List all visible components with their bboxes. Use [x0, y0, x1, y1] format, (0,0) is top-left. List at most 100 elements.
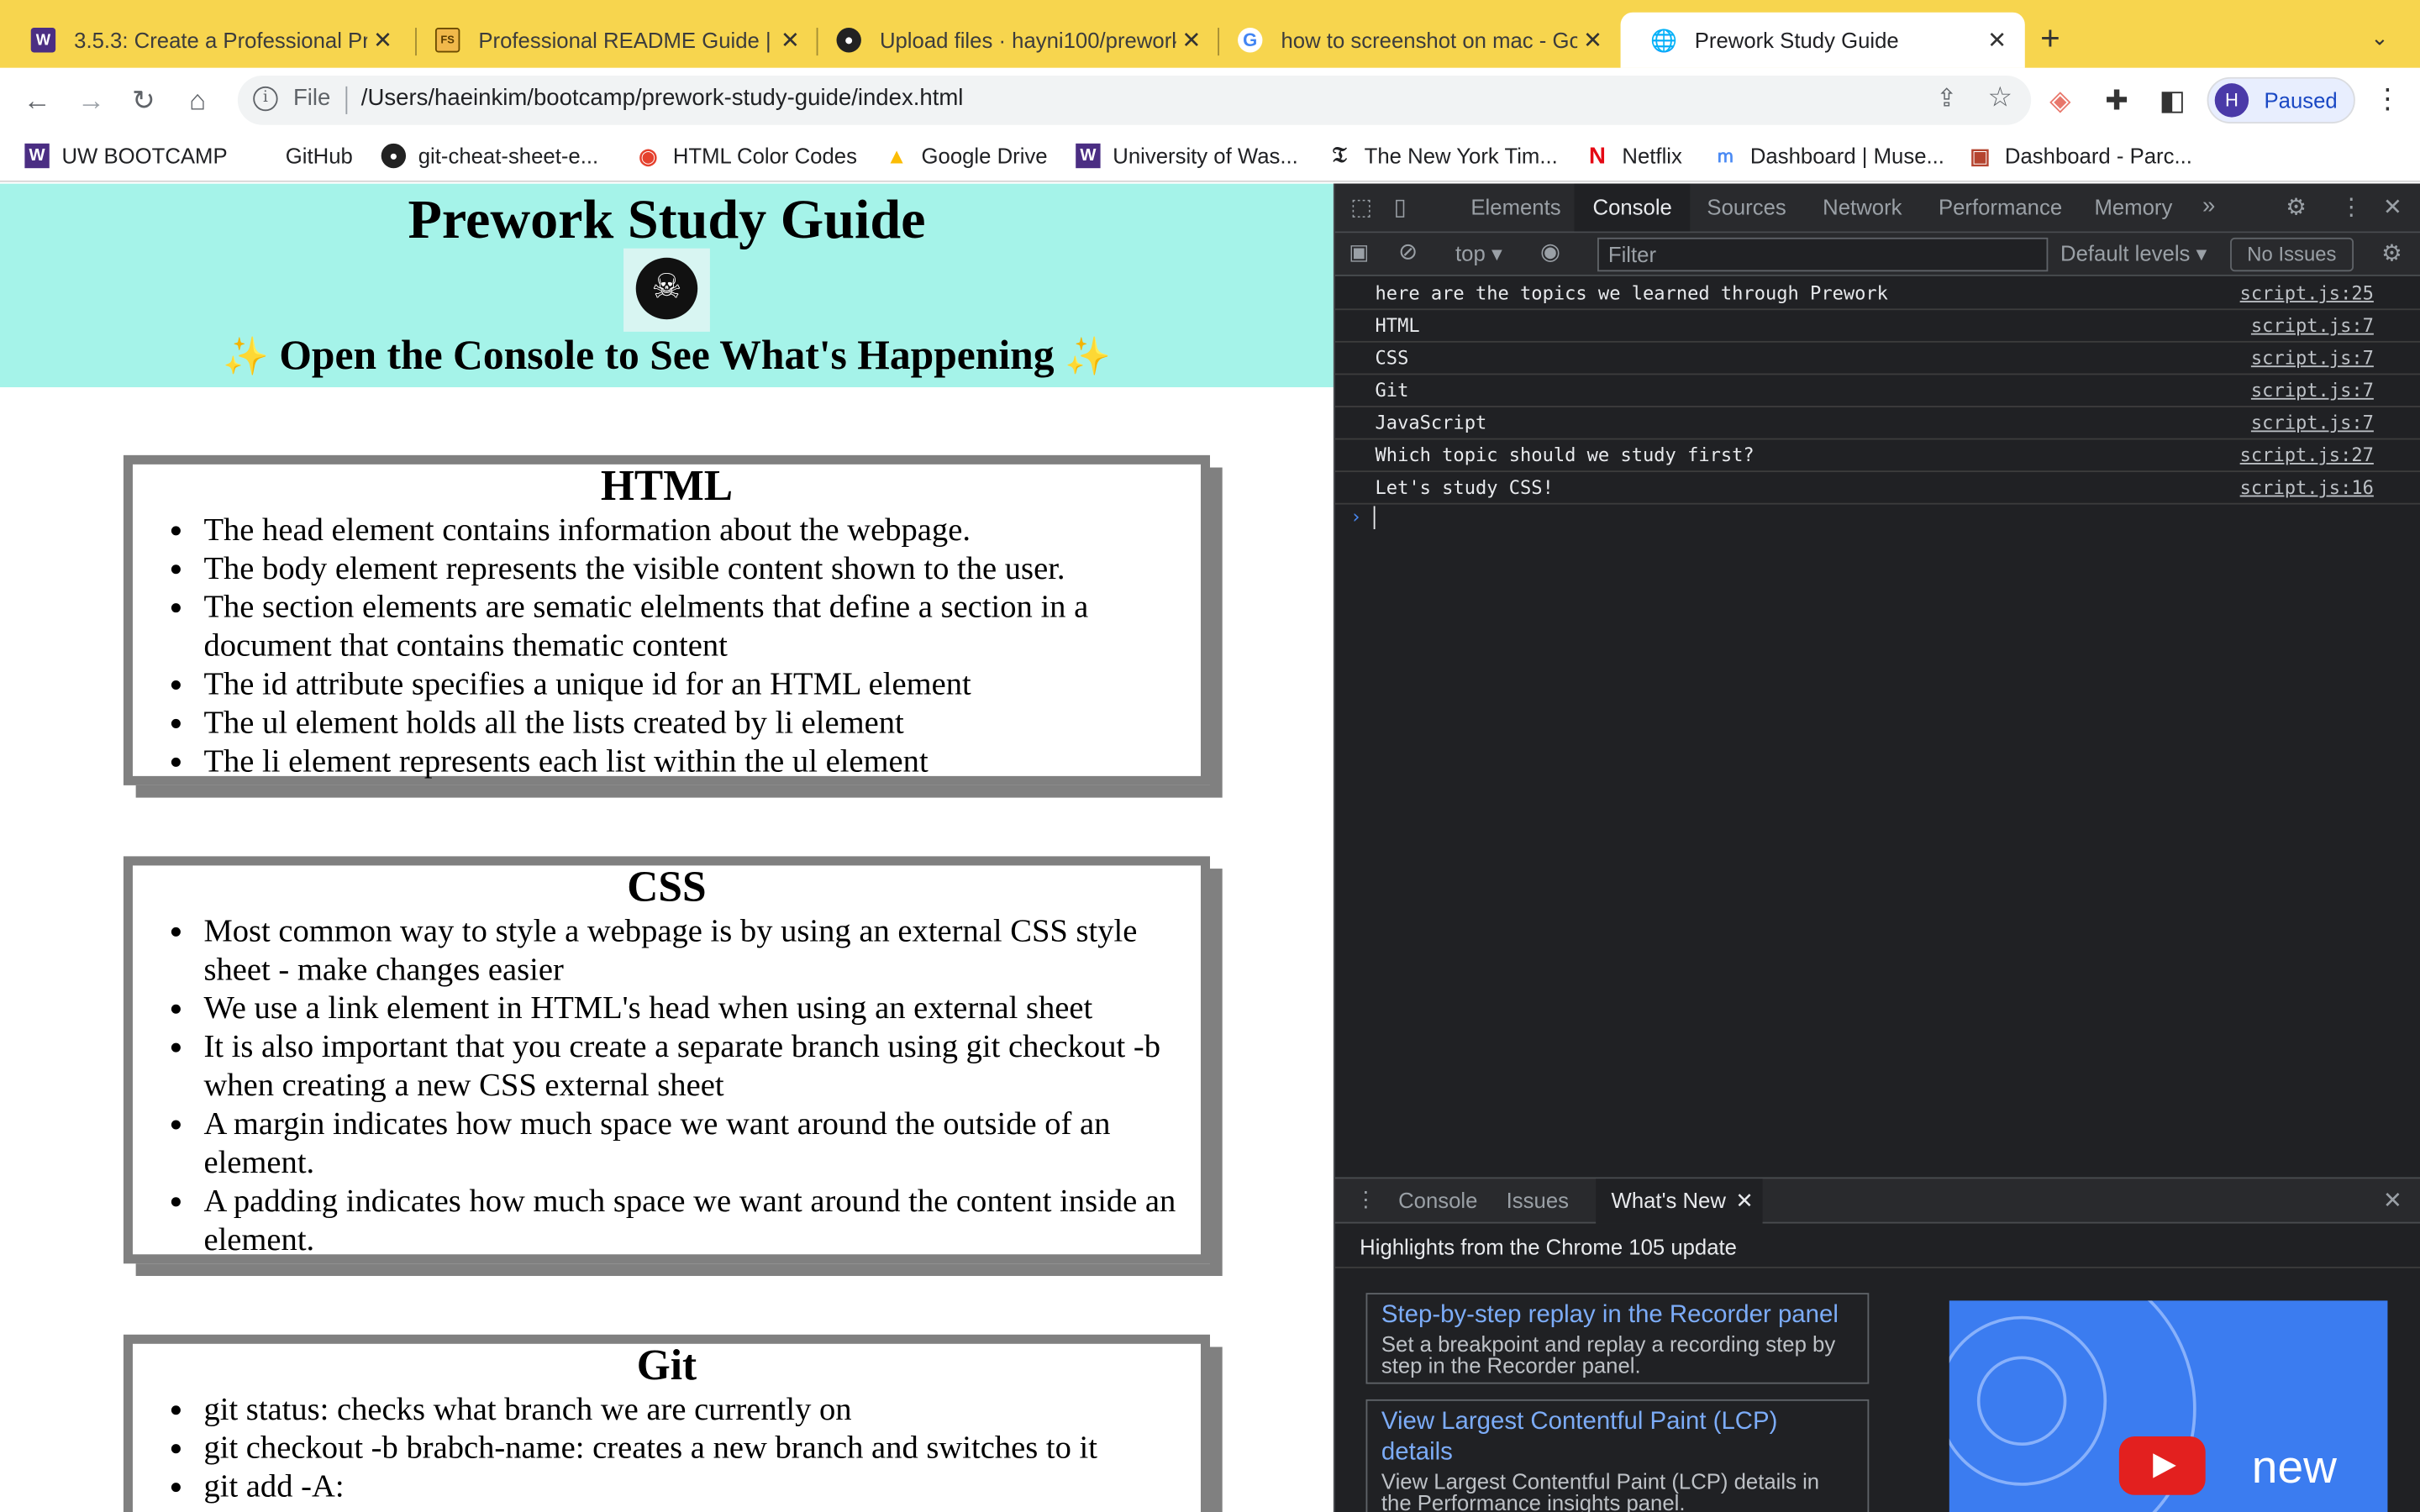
omnibox-divider	[345, 86, 348, 114]
back-arrow-icon[interactable]: ←	[18, 81, 55, 118]
source-link[interactable]: script.js:7	[2251, 407, 2374, 438]
device-toolbar-icon[interactable]: ▯	[1394, 193, 1407, 220]
section-html: HTML The head element contains informati…	[123, 454, 1211, 785]
source-link[interactable]: script.js:25	[2240, 278, 2374, 309]
drawer-tabbar: ⋮ Console Issues What's New ✕ ✕	[1334, 1177, 2420, 1224]
list-item: git add -A:	[201, 1467, 1201, 1506]
source-link[interactable]: script.js:27	[2240, 439, 2374, 470]
netflix-icon: N	[1589, 142, 1606, 170]
close-icon[interactable]: ✕	[1735, 1179, 1754, 1223]
close-drawer-icon[interactable]: ✕	[2383, 1186, 2402, 1214]
source-link[interactable]: script.js:16	[2240, 472, 2374, 503]
source-link[interactable]: script.js:7	[2251, 343, 2374, 374]
bookmark-uw-bootcamp[interactable]: W UW BOOTCAMP	[24, 143, 228, 169]
eye-icon[interactable]: ◉	[1540, 238, 1560, 265]
bookmark-star-icon[interactable]: ☆	[1987, 81, 2012, 114]
console-message: here are the topics we learned through P…	[1334, 278, 2420, 311]
canvas-w-icon: W	[30, 28, 56, 53]
cat-logo-icon: ☠	[635, 257, 698, 320]
forward-arrow-icon[interactable]: →	[72, 81, 109, 118]
sparkles-icon: ✨	[223, 338, 269, 379]
new-tab-icon[interactable]: +	[2040, 21, 2060, 55]
fs-icon: FS	[434, 28, 460, 53]
browser-tab-4[interactable]: G how to screenshot on mac - Go ✕	[1207, 13, 1620, 68]
list-item: The head element contains information ab…	[201, 511, 1201, 549]
drawer-menu-icon[interactable]: ⋮	[1355, 1186, 1377, 1212]
bookmark-github[interactable]: GitHub	[286, 144, 353, 168]
address-bar[interactable]: i File /Users/haeinkim/bootcamp/prework-…	[237, 76, 2032, 125]
close-tab-icon[interactable]: ✕	[1981, 26, 2012, 54]
gear-icon[interactable]: ⚙	[2381, 239, 2402, 267]
browser-tab-2[interactable]: FS Professional README Guide | T ✕	[404, 13, 818, 68]
close-tab-icon[interactable]: ✕	[367, 26, 398, 54]
browser-tab-1[interactable]: W 3.5.3: Create a Professional Pr ✕	[0, 13, 411, 68]
source-link[interactable]: script.js:7	[2251, 310, 2374, 341]
browser-toolbar: ← → ↻ ⌂ i File /Users/haeinkim/bootcamp/…	[0, 67, 2420, 133]
more-tabs-icon[interactable]: »	[2202, 193, 2215, 219]
drawer-tab-whats-new[interactable]: What's New ✕	[1596, 1179, 1764, 1224]
bookmark-netflix[interactable]: N Netflix	[1585, 142, 1682, 170]
tab-strip: W 3.5.3: Create a Professional Pr ✕ FS P…	[0, 0, 2420, 68]
gear-icon[interactable]: ⚙	[2286, 193, 2307, 220]
bookmark-google-drive[interactable]: ▲ Google Drive	[884, 144, 1047, 168]
box-icon: ▣	[1970, 142, 1991, 168]
list-item: It is also important that you create a s…	[201, 1027, 1201, 1105]
url-text[interactable]: /Users/haeinkim/bootcamp/prework-study-g…	[361, 85, 964, 111]
bookmark-git-cheat-sheet[interactable]: ● git-cheat-sheet-e...	[381, 143, 598, 169]
tab-elements[interactable]: Elements	[1452, 184, 1579, 232]
whats-new-card[interactable]: View Largest Contentful Paint (LCP) deta…	[1365, 1399, 1870, 1512]
console-input[interactable]	[1373, 506, 1376, 530]
home-icon[interactable]: ⌂	[179, 81, 216, 118]
more-menu-icon[interactable]: ⋮	[2339, 193, 2363, 220]
drawer-tab-console[interactable]: Console	[1383, 1179, 1493, 1223]
close-icon[interactable]: ✕	[2383, 193, 2402, 220]
log-levels-dropdown[interactable]: Default levels ▾	[2060, 241, 2207, 267]
close-tab-icon[interactable]: ✕	[775, 26, 806, 54]
sidebar-toggle-icon[interactable]: ▣	[1349, 239, 1369, 265]
bookmark-dashboard-muse[interactable]: ⅿ Dashboard | Muse...	[1713, 144, 1944, 168]
avatar: H	[2214, 83, 2249, 118]
bookmark-university[interactable]: W University of Was...	[1076, 143, 1298, 169]
more-menu-icon[interactable]: ⋮	[2374, 83, 2402, 116]
tab-performance[interactable]: Performance	[1920, 184, 2081, 232]
tab-memory[interactable]: Memory	[2075, 184, 2191, 232]
drawer-tab-issues[interactable]: Issues	[1491, 1179, 1584, 1223]
context-selector[interactable]: top ▾	[1455, 241, 1502, 267]
whats-new-card[interactable]: Step-by-step replay in the Recorder pane…	[1365, 1293, 1870, 1384]
browser-tab-3[interactable]: ● Upload files · hayni100/prework ✕	[806, 13, 1219, 68]
info-icon[interactable]: i	[253, 86, 278, 112]
close-tab-icon[interactable]: ✕	[1577, 26, 1608, 54]
bookmark-html-color-codes[interactable]: ◉ HTML Color Codes	[636, 142, 857, 168]
card-link[interactable]: View Largest Contentful Paint (LCP) deta…	[1381, 1407, 1854, 1468]
issues-badge[interactable]: No Issues	[2230, 237, 2354, 272]
puzzle-extensions-icon[interactable]: ✚	[2105, 85, 2128, 116]
color-wheel-icon: ◉	[639, 142, 658, 168]
play-icon[interactable]	[2118, 1436, 2206, 1495]
list-item: Most common way to style a webpage is by…	[201, 912, 1201, 990]
tab-network[interactable]: Network	[1804, 184, 1920, 232]
browser-tab-5-active[interactable]: 🌐 Prework Study Guide ✕	[1620, 12, 2025, 68]
section-heading: HTML	[600, 463, 734, 511]
tab-sources[interactable]: Sources	[1688, 184, 1804, 232]
whats-new-video-thumbnail[interactable]: new	[1949, 1300, 2388, 1512]
chevron-down-icon[interactable]: ⌄	[2370, 24, 2389, 50]
page-title: Prework Study Guide	[408, 188, 926, 250]
bookmark-nyt[interactable]: 𝔗 The New York Tim...	[1328, 144, 1558, 168]
side-panel-icon[interactable]: ◧	[2160, 85, 2186, 116]
tab-console[interactable]: Console	[1574, 183, 1691, 232]
source-link[interactable]: script.js:7	[2251, 375, 2374, 406]
share-icon[interactable]: ⇪	[1936, 83, 1957, 114]
uw-w-icon: W	[24, 143, 50, 169]
close-tab-icon[interactable]: ✕	[1176, 26, 1207, 54]
reload-icon[interactable]: ↻	[125, 81, 162, 118]
bookmark-dashboard-parc[interactable]: ▣ Dashboard - Parc...	[1968, 142, 2192, 168]
inspect-element-icon[interactable]: ⬚	[1350, 193, 1372, 220]
console-filter-input[interactable]: Filter	[1597, 237, 2049, 272]
clear-console-icon[interactable]: ⊘	[1398, 238, 1418, 265]
extension-icon[interactable]: ◈	[2049, 85, 2070, 116]
page-header: Prework Study Guide ☠ ✨ Open the Console…	[0, 183, 1334, 388]
page-subtitle: ✨ Open the Console to See What's Happeni…	[223, 331, 1111, 379]
card-link[interactable]: Step-by-step replay in the Recorder pane…	[1381, 1300, 1854, 1331]
profile-button[interactable]: H Paused	[2207, 76, 2355, 123]
topic-list: The head element contains information ab…	[201, 511, 1201, 780]
